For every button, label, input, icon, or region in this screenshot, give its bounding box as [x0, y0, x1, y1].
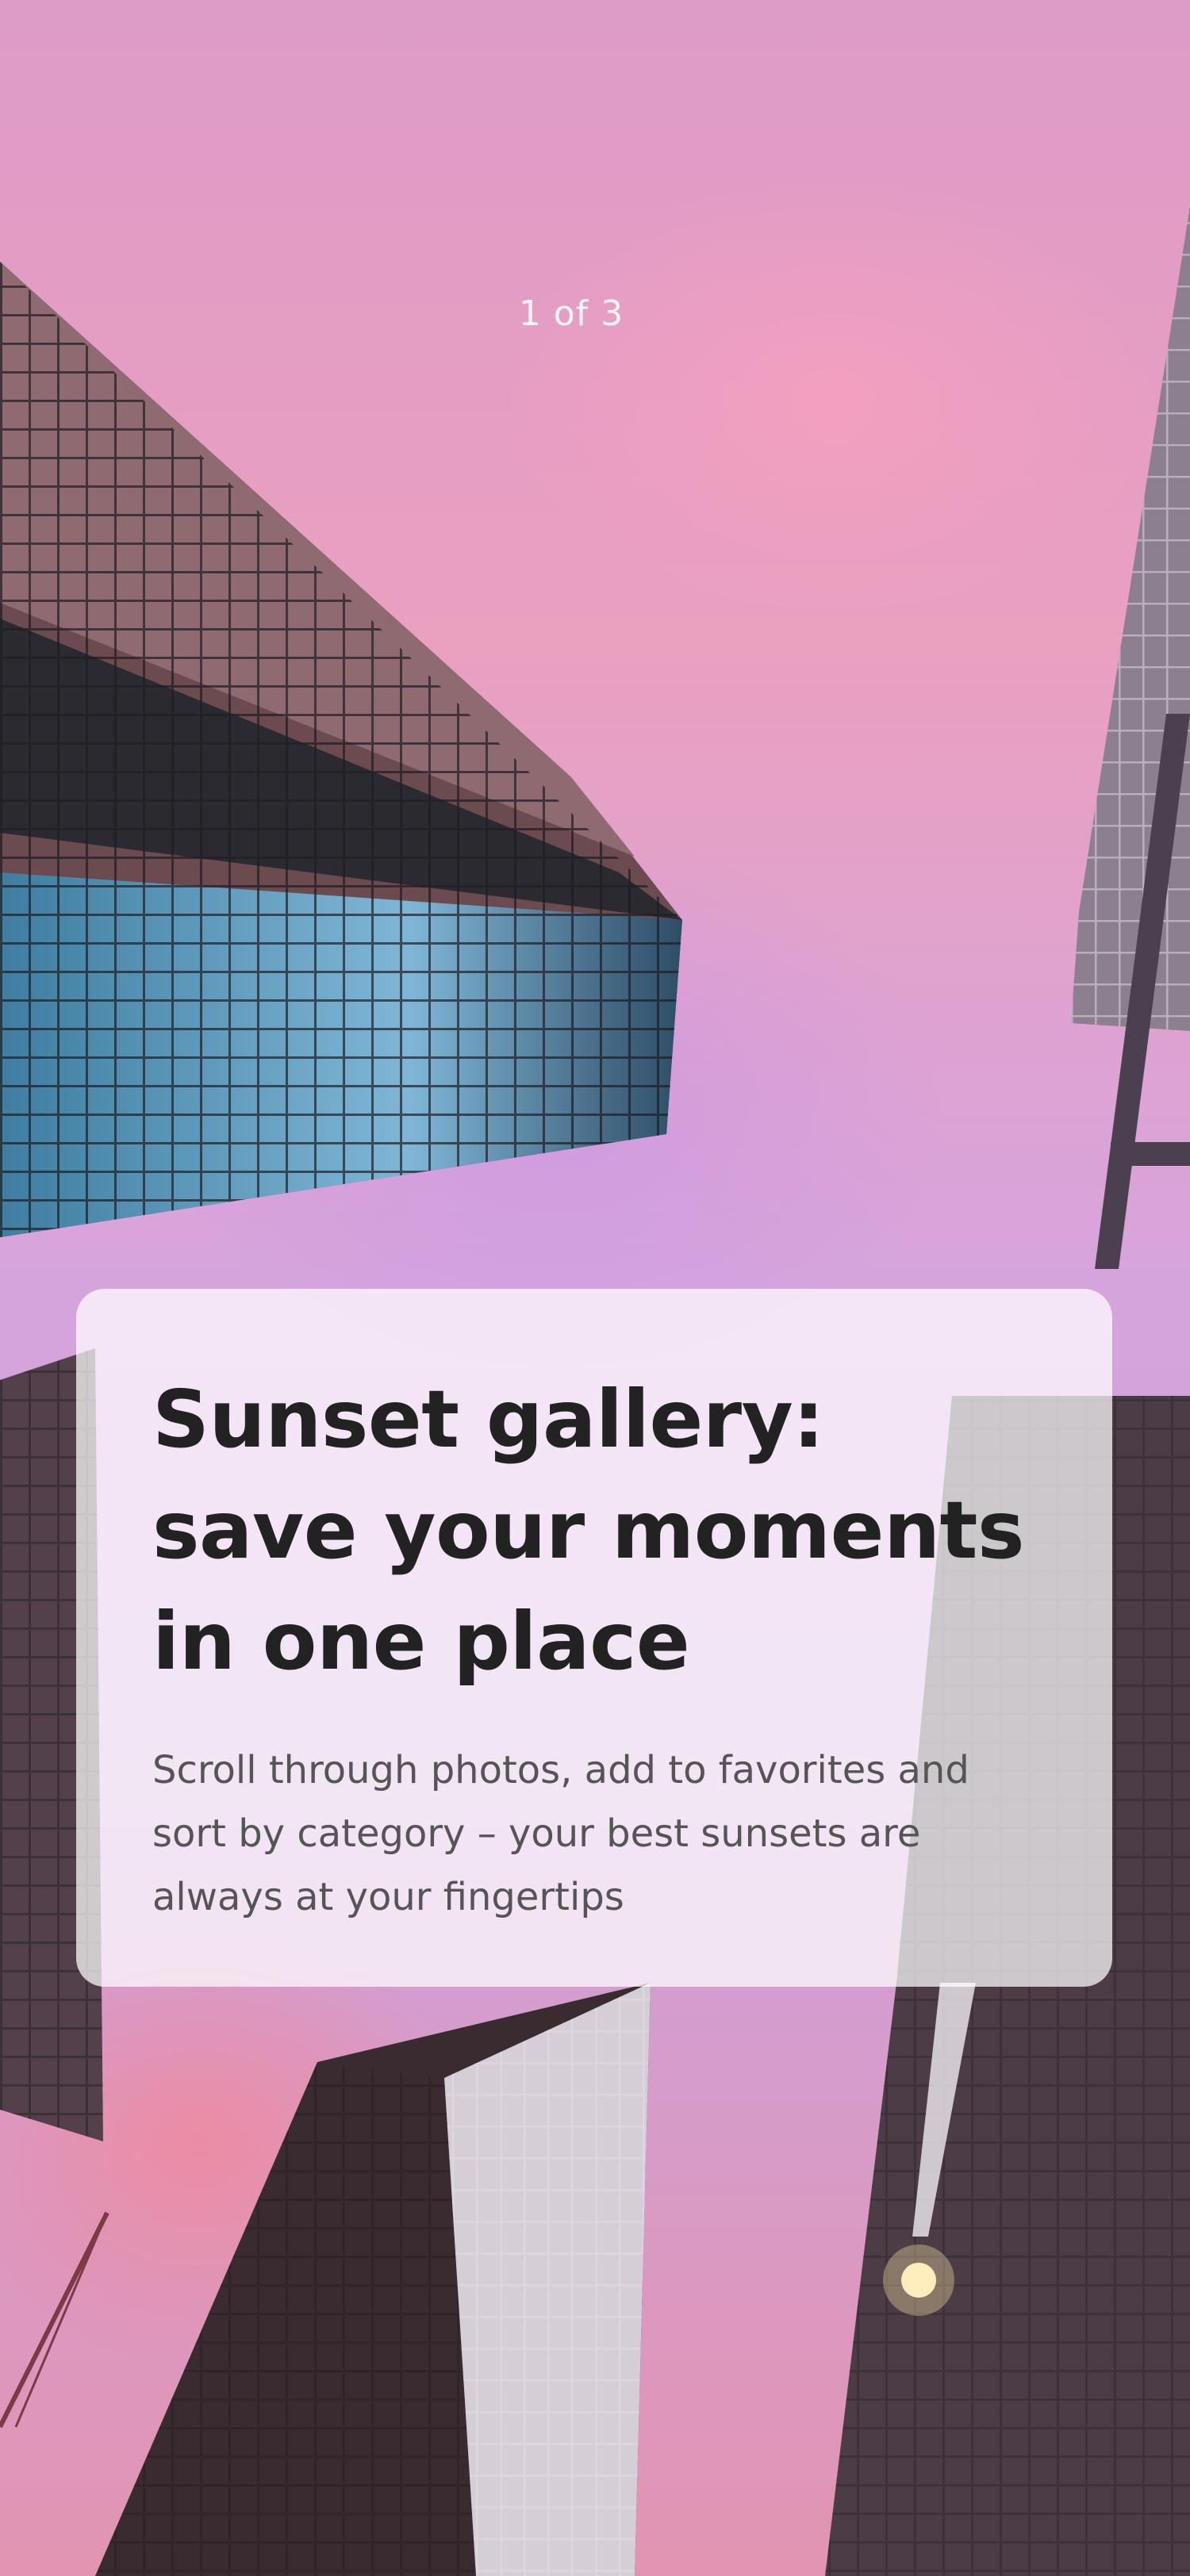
background-photo	[0, 0, 1190, 2576]
page-indicator: 1 of 3	[518, 293, 624, 334]
onboarding-title: Sunset gallery: save your moments in one…	[152, 1373, 1024, 1688]
onboarding-card: Sunset gallery: save your moments in one…	[76, 1289, 1112, 1987]
onboarding-description: Scroll through photos, add to favorites …	[152, 1748, 969, 1919]
